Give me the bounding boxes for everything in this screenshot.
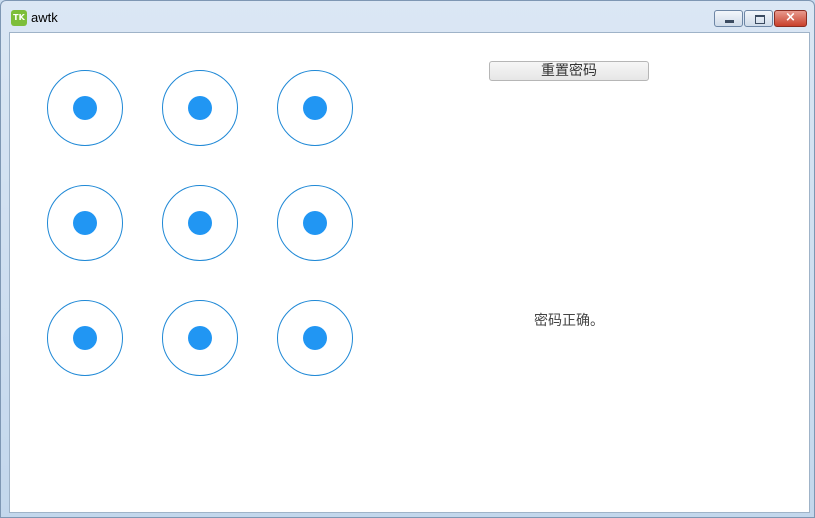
pattern-node-dot [73,211,97,235]
maximize-button[interactable] [744,10,773,27]
pattern-node-4[interactable] [47,185,123,261]
pattern-node-9[interactable] [277,300,353,376]
app-window: TK awtk × 重置密码 密码正确。 [0,0,815,518]
window-title: awtk [31,10,58,25]
close-button[interactable]: × [774,10,807,27]
app-logo-icon: TK [11,10,27,26]
client-area: 重置密码 密码正确。 [9,32,810,513]
pattern-node-5[interactable] [162,185,238,261]
reset-password-button[interactable]: 重置密码 [489,61,649,81]
maximize-icon [755,15,765,24]
minimize-icon [725,20,734,23]
pattern-node-dot [188,211,212,235]
pattern-node-3[interactable] [277,70,353,146]
pattern-node-dot [303,326,327,350]
pattern-node-2[interactable] [162,70,238,146]
pattern-node-dot [303,96,327,120]
window-controls: × [714,10,807,27]
pattern-node-dot [73,96,97,120]
pattern-node-dot [73,326,97,350]
close-icon: × [785,10,796,25]
pattern-node-dot [188,96,212,120]
pattern-node-6[interactable] [277,185,353,261]
pattern-node-8[interactable] [162,300,238,376]
title-bar[interactable]: TK awtk × [1,1,814,31]
pattern-node-7[interactable] [47,300,123,376]
pattern-node-1[interactable] [47,70,123,146]
minimize-button[interactable] [714,10,743,27]
pattern-node-dot [188,326,212,350]
pattern-node-dot [303,211,327,235]
status-message: 密码正确。 [534,313,604,329]
